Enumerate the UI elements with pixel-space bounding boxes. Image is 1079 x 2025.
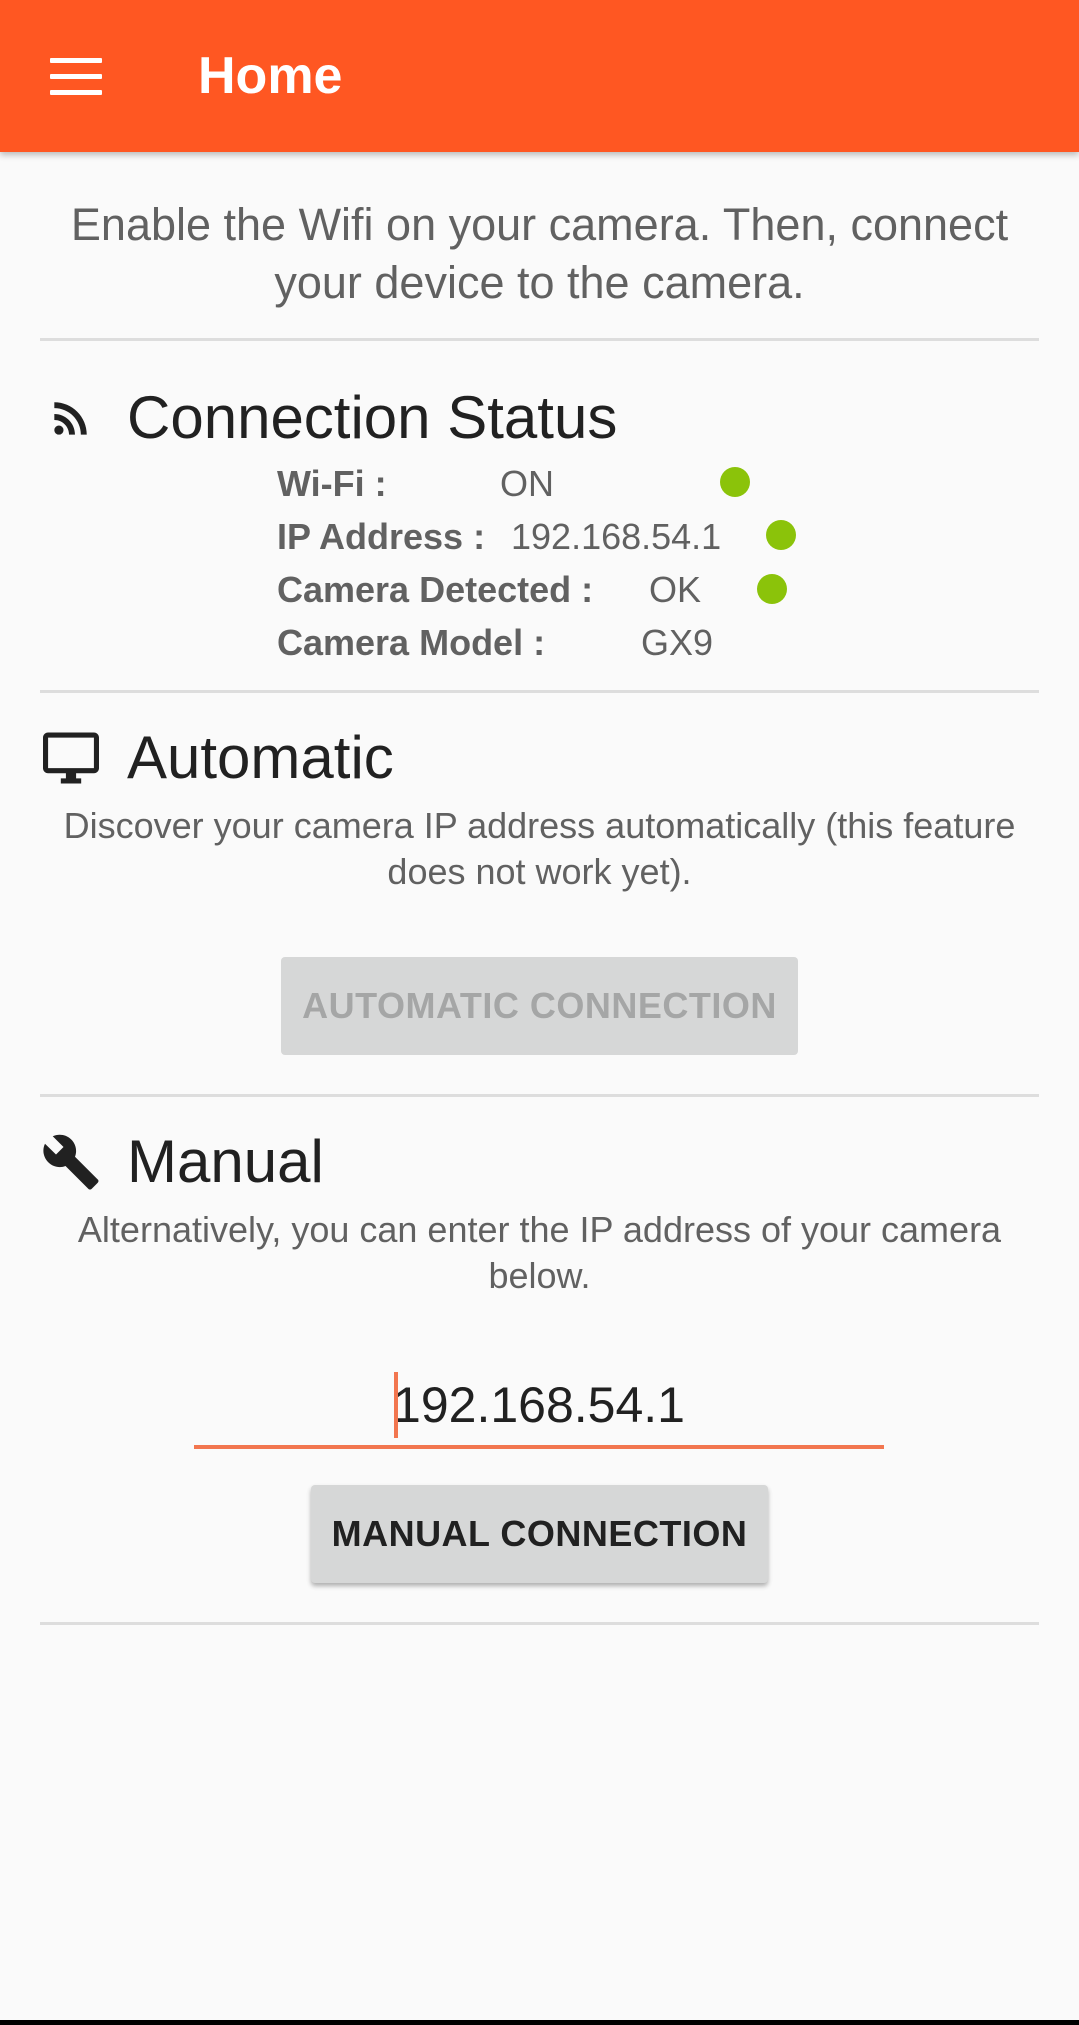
- hamburger-menu-icon[interactable]: [36, 40, 116, 112]
- camera-detected-value: OK: [649, 569, 702, 610]
- divider: [40, 338, 1039, 341]
- camera-model-value: GX9: [641, 622, 714, 663]
- divider: [40, 1622, 1039, 1625]
- manual-header: Manual: [40, 1122, 324, 1202]
- intro-text: Enable the Wifi on your camera. Then, co…: [70, 199, 1009, 308]
- ip-address-value: 192.168.54.1: [511, 516, 722, 557]
- automatic-description: Discover your camera IP address automati…: [63, 805, 1016, 892]
- manual-title: Manual: [127, 1128, 324, 1195]
- ip-address-input[interactable]: [194, 1365, 884, 1449]
- wifi-status-indicator: [720, 467, 750, 497]
- wifi-status-row: Wi-Fi :: [277, 459, 387, 509]
- camera-model-row: Camera Model :: [277, 618, 545, 668]
- camera-detected-row: Camera Detected :: [277, 565, 593, 615]
- text-cursor: [394, 1372, 398, 1438]
- divider: [40, 690, 1039, 693]
- automatic-title: Automatic: [127, 724, 394, 791]
- connection-status-header: Connection Status: [40, 378, 617, 458]
- page-title: Home: [198, 47, 343, 105]
- wifi-label: Wi-Fi :: [277, 463, 387, 504]
- camera-detected-label: Camera Detected :: [277, 569, 594, 610]
- monitor-icon: [40, 727, 102, 789]
- system-navigation-bar: [0, 2020, 1079, 2025]
- ip-status-indicator: [766, 520, 796, 550]
- camera-status-indicator: [757, 574, 787, 604]
- ip-address-row: IP Address :: [277, 512, 485, 562]
- connection-status-title: Connection Status: [127, 384, 618, 451]
- wrench-icon: [40, 1131, 102, 1193]
- divider: [40, 1094, 1039, 1097]
- manual-description: Alternatively, you can enter the IP addr…: [77, 1209, 1002, 1296]
- rss-feed-icon: [40, 387, 102, 449]
- automatic-connection-button[interactable]: AUTOMATIC CONNECTION: [281, 957, 798, 1055]
- camera-model-label: Camera Model :: [277, 622, 546, 663]
- wifi-value: ON: [500, 463, 554, 504]
- manual-connection-button[interactable]: MANUAL CONNECTION: [311, 1485, 768, 1583]
- automatic-header: Automatic: [40, 718, 394, 798]
- ip-address-label: IP Address :: [277, 516, 486, 557]
- app-bar: Home: [0, 0, 1079, 152]
